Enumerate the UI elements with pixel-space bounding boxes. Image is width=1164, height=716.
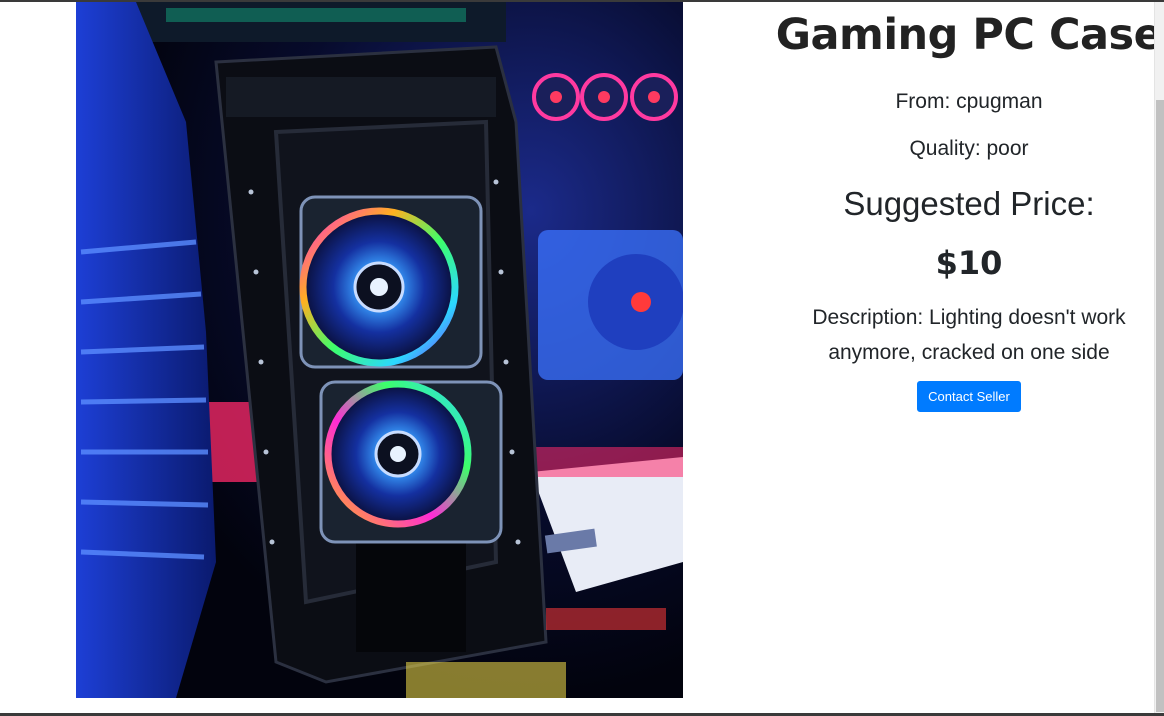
price-label: Suggested Price: [843, 185, 1095, 223]
product-description: Description: Lighting doesn't work anymo… [812, 306, 1126, 365]
product-title: Gaming PC Case [775, 10, 1163, 60]
product-image-illustration [76, 2, 683, 698]
vertical-scrollbar[interactable] [1154, 2, 1164, 713]
product-details: Gaming PC Case From: cpugman Quality: po… [775, 2, 1163, 413]
quality-rating: Quality: poor [909, 137, 1029, 161]
contact-seller-button[interactable]: Contact Seller [917, 381, 1021, 413]
seller-name: From: cpugman [895, 90, 1043, 113]
scrollbar-thumb[interactable] [1156, 100, 1164, 712]
product-image [76, 2, 683, 698]
price-value: $10 [935, 243, 1003, 282]
